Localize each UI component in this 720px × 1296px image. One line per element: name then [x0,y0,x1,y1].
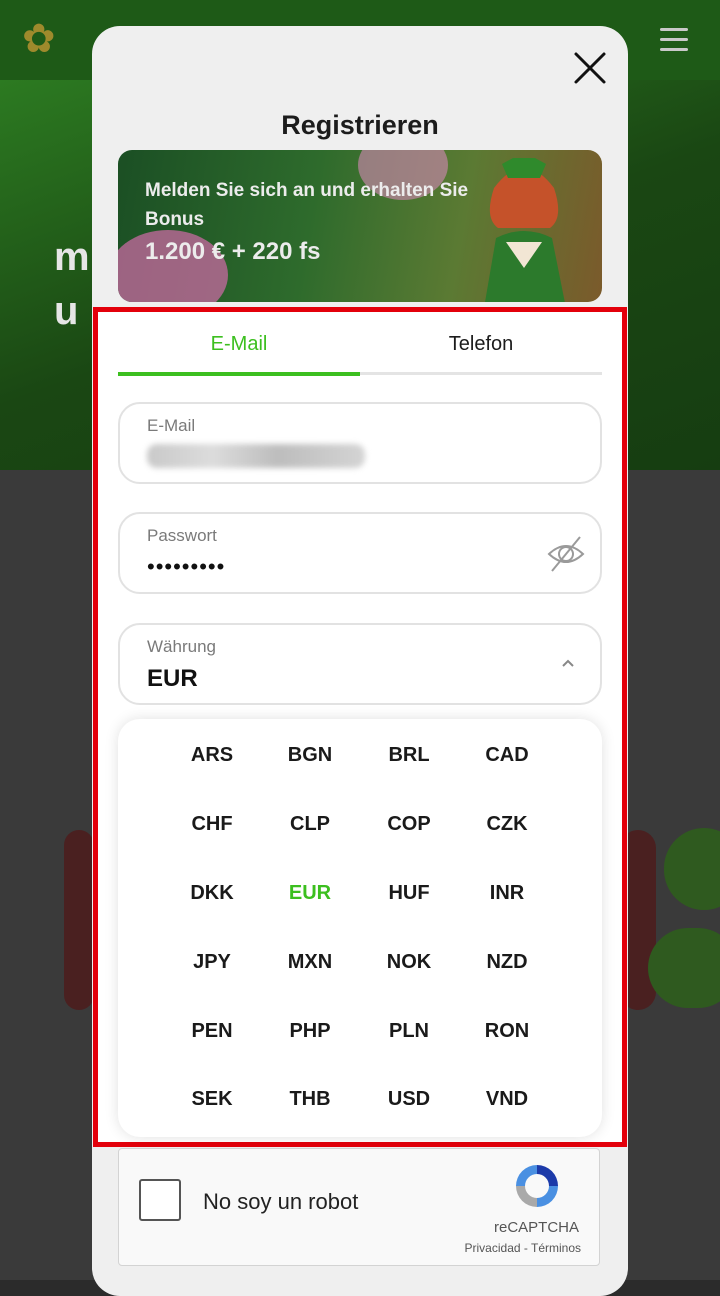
currency-option-pln[interactable]: PLN [364,1019,454,1043]
menu-icon [660,28,688,58]
currency-option-brl[interactable]: BRL [364,743,454,767]
recaptcha-widget: No soy un robot reCAPTCHA Privacidad - T… [118,1148,600,1266]
chevron-up-icon[interactable] [560,655,576,671]
currency-option-chf[interactable]: CHF [167,812,257,836]
currency-option-ron[interactable]: RON [462,1019,552,1043]
currency-option-nok[interactable]: NOK [364,950,454,974]
active-tab-indicator [118,372,360,376]
register-tabs: E-Mail Telefon [118,312,602,376]
currency-option-cad[interactable]: CAD [462,743,552,767]
trophy-pill [648,928,720,1008]
email-field[interactable]: E-Mail [118,402,602,484]
email-value-blurred [147,444,365,468]
password-field[interactable]: Passwort ••••••••• [118,512,602,594]
recaptcha-brand: reCAPTCHA [493,1219,579,1236]
currency-option-pen[interactable]: PEN [167,1019,257,1043]
email-label: E-Mail [147,416,196,435]
recaptcha-logo-icon [516,1165,558,1207]
currency-option-eur[interactable]: EUR [265,881,355,905]
password-label: Passwort [147,526,217,545]
currency-option-jpy[interactable]: JPY [167,950,257,974]
currency-option-inr[interactable]: INR [462,881,552,905]
recaptcha-checkbox[interactable] [139,1179,181,1221]
currency-option-thb[interactable]: THB [265,1087,355,1111]
eye-off-icon[interactable] [546,534,586,574]
promo-amount: 1.200 € + 220 fs [145,238,321,265]
recaptcha-terms-link[interactable]: Privacidad - Términos [465,1241,581,1255]
password-value: ••••••••• [147,554,226,579]
tab-phone[interactable]: Telefon [360,312,602,376]
currency-label: Währung [147,637,216,656]
currency-dropdown: ARS BGN BRL CAD CHF CLP COP CZK DKK EUR HUF INR JPY M… [118,719,602,1137]
tab-email[interactable]: E-Mail [118,312,360,376]
recaptcha-label: No soy un robot [203,1189,359,1214]
currency-select[interactable]: Währung EUR [118,623,602,705]
currency-option-nzd[interactable]: NZD [462,950,552,974]
currency-option-ars[interactable]: ARS [167,743,257,767]
currency-option-mxn[interactable]: MXN [265,950,355,974]
promo-text: Melden Sie sich an und erhalten Sie Bonu… [145,180,469,230]
currency-option-sek[interactable]: SEK [167,1087,257,1111]
currency-value: EUR [147,665,198,692]
currency-option-huf[interactable]: HUF [364,881,454,905]
currency-option-cop[interactable]: COP [364,812,454,836]
currency-option-php[interactable]: PHP [265,1019,355,1043]
hero-text-placeholder: mu [54,235,90,333]
site-logo: ✿ [22,17,58,61]
close-icon[interactable] [572,50,608,86]
modal-title: Registrieren [281,110,439,140]
currency-option-clp[interactable]: CLP [265,812,355,836]
promo-banner: Melden Sie sich an und erhalten Sie Bonu… [118,150,602,302]
highlighted-form-region: E-Mail Telefon E-Mail Passwort •••••••••… [93,307,627,1147]
currency-option-dkk[interactable]: DKK [167,881,257,905]
currency-option-vnd[interactable]: VND [462,1087,552,1111]
game-card [64,830,94,1010]
currency-option-bgn[interactable]: BGN [265,743,355,767]
currency-option-usd[interactable]: USD [364,1087,454,1111]
currency-option-czk[interactable]: CZK [462,812,552,836]
